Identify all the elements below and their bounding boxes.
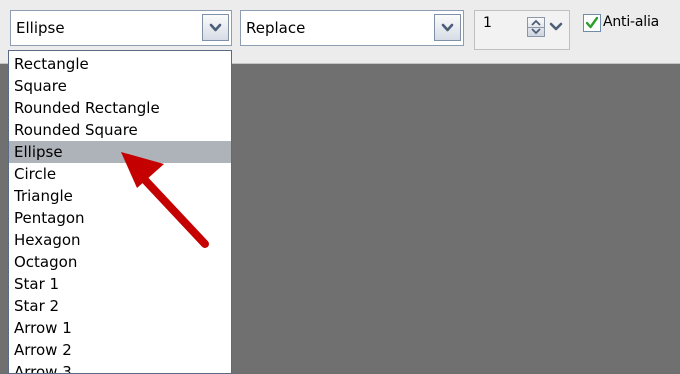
checkmark-icon	[585, 16, 599, 29]
dropdown-item-rounded-rectangle[interactable]: Rounded Rectangle	[9, 97, 231, 119]
anti-alias-option[interactable]: Anti-alia	[583, 12, 680, 36]
dropdown-item-hexagon[interactable]: Hexagon	[9, 229, 231, 251]
anti-alias-label: Anti-alia	[603, 14, 660, 30]
shape-selector-value: Ellipse	[16, 19, 65, 37]
chevron-down-icon	[209, 23, 222, 32]
spinner-divider	[528, 27, 544, 28]
dropdown-item-arrow-1[interactable]: Arrow 1	[9, 317, 231, 339]
mode-selector[interactable]: Replace	[240, 10, 464, 46]
dropdown-item-triangle[interactable]: Triangle	[9, 185, 231, 207]
dropdown-item-star-2[interactable]: Star 2	[9, 295, 231, 317]
count-dropdown-chevron-icon[interactable]	[547, 18, 565, 36]
dropdown-item-arrow-3[interactable]: Arrow 3	[9, 361, 231, 373]
mode-selector-dropdown-button[interactable]	[434, 14, 461, 41]
dropdown-item-rectangle[interactable]: Rectangle	[9, 53, 231, 75]
count-spinner[interactable]	[527, 17, 545, 37]
chevron-down-icon	[441, 23, 454, 32]
mode-selector-value: Replace	[246, 19, 306, 37]
dropdown-item-square[interactable]: Square	[9, 75, 231, 97]
dropdown-item-rounded-square[interactable]: Rounded Square	[9, 119, 231, 141]
dropdown-item-circle[interactable]: Circle	[9, 163, 231, 185]
dropdown-item-arrow-2[interactable]: Arrow 2	[9, 339, 231, 361]
count-input[interactable]: 1	[474, 10, 570, 50]
dropdown-item-pentagon[interactable]: Pentagon	[9, 207, 231, 229]
dropdown-item-star-1[interactable]: Star 1	[9, 273, 231, 295]
shape-selector[interactable]: Ellipse	[10, 10, 232, 46]
dropdown-item-octagon[interactable]: Octagon	[9, 251, 231, 273]
shape-selector-dropdown-button[interactable]	[202, 14, 229, 41]
application-window: Ellipse Replace 1 Anti-alia Rectangle Sq…	[0, 0, 680, 374]
dropdown-item-ellipse[interactable]: Ellipse	[9, 141, 231, 163]
count-value: 1	[483, 15, 492, 31]
shape-dropdown-list[interactable]: Rectangle Square Rounded Rectangle Round…	[8, 50, 232, 374]
anti-alias-checkbox[interactable]	[583, 14, 601, 32]
